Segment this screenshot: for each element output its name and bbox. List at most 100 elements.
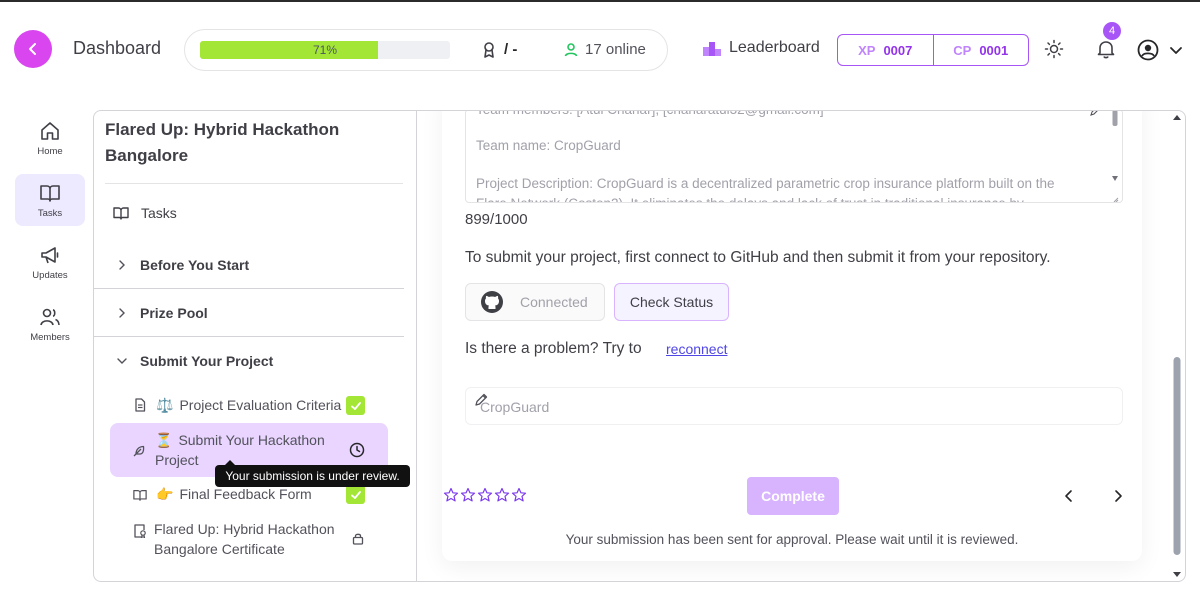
subtask-label: Final Feedback Form	[179, 486, 312, 502]
podium-icon	[703, 42, 721, 56]
check-status-button[interactable]: Check Status	[614, 283, 729, 321]
cp-counter: CP 0001	[934, 35, 1029, 65]
user-online-icon	[564, 42, 578, 56]
clock-icon	[349, 442, 365, 458]
star-icon[interactable]	[511, 487, 527, 503]
xp-value: 0007	[883, 42, 913, 58]
textarea-line: Team members: [Atul Chahar], [chaharatul…	[476, 111, 824, 120]
textarea-scrollbar[interactable]	[1111, 110, 1119, 203]
online-count: 17 online	[563, 41, 646, 58]
subtask-label: Submit Your Hackathon Project	[155, 432, 325, 468]
stats-bar: 71% / - 17 online	[184, 29, 668, 71]
top-bar: Dashboard 71% / - 17 online Leaderboard …	[0, 2, 1200, 96]
xp-counter: XP 0007	[838, 35, 934, 65]
chevron-right-icon	[119, 308, 125, 318]
section-submit-your-project[interactable]: Submit Your Project	[94, 351, 404, 371]
star-icon[interactable]	[460, 487, 476, 503]
submission-panel: Team members: [Atul Chahar], [chaharatul…	[416, 110, 1186, 582]
sun-icon[interactable]	[1044, 39, 1064, 59]
certificate-icon	[134, 524, 146, 538]
star-icon[interactable]	[494, 487, 510, 503]
rail-item-home[interactable]: Home	[15, 112, 85, 164]
chevron-left-icon[interactable]	[1062, 489, 1076, 503]
rail-label: Members	[30, 331, 70, 343]
bell-icon[interactable]	[1095, 38, 1117, 60]
megaphone-icon	[41, 246, 59, 263]
completed-check	[346, 396, 365, 415]
main-scrollbar[interactable]	[1170, 112, 1184, 580]
event-title: Flared Up: Hybrid Hackathon Bangalore	[105, 120, 340, 165]
rank-indicator: / -	[482, 41, 517, 58]
rail-item-updates[interactable]: Updates	[15, 236, 85, 288]
divider	[105, 183, 403, 184]
github-connected-button[interactable]: Connected	[465, 283, 605, 321]
home-icon	[41, 121, 59, 140]
book-open-icon	[113, 207, 129, 220]
char-count: 899/1000	[465, 211, 528, 228]
chevron-left-icon	[29, 43, 36, 55]
problem-text: Is there a problem? Try to	[465, 340, 642, 357]
subtask-text: ⏳ Submit Your Hackathon Project	[155, 430, 345, 470]
cp-value: 0001	[979, 42, 1009, 58]
page-title: Dashboard	[73, 38, 162, 58]
online-label: 17 online	[585, 41, 646, 58]
rail-label: Home	[37, 145, 63, 157]
section-prize-pool[interactable]: Prize Pool	[94, 303, 404, 323]
textarea-line: Team name: CropGuard	[476, 138, 621, 153]
star-icon[interactable]	[477, 487, 493, 503]
section-label: Before You Start	[140, 257, 250, 273]
rail-label: Tasks	[37, 207, 63, 219]
award-icon	[484, 41, 494, 58]
textarea-line: Flare Network (Coston2). It eliminates t…	[476, 194, 1024, 202]
subtask-emoji: ⏳	[155, 432, 173, 448]
chevron-right-icon	[119, 260, 125, 270]
project-name-value: CropGuard	[480, 399, 550, 415]
connected-label: Connected	[520, 294, 588, 310]
tasks-label: Tasks	[141, 205, 177, 221]
section-label: Prize Pool	[140, 305, 208, 321]
rank-value: / -	[504, 41, 518, 58]
project-description-textarea[interactable]: Team members: [Atul Chahar], [chaharatul…	[465, 110, 1123, 203]
progress-label: 71%	[312, 43, 338, 57]
cp-label: CP	[953, 42, 972, 58]
reconnect-link[interactable]: reconnect	[666, 341, 727, 357]
book-icon	[40, 184, 60, 202]
back-button[interactable]	[14, 30, 52, 68]
chevron-down-icon[interactable]	[1169, 43, 1183, 57]
chevron-right-icon[interactable]	[1111, 489, 1125, 503]
edit-pencil-icon[interactable]	[1089, 110, 1101, 117]
completed-check	[346, 485, 365, 504]
check-icon	[350, 401, 361, 410]
document-icon	[135, 398, 146, 412]
leaderboard-label: Leaderboard	[729, 39, 820, 56]
users-icon	[40, 308, 60, 325]
notification-badge: 4	[1103, 22, 1121, 40]
leaderboard-link[interactable]: Leaderboard	[703, 39, 820, 57]
check-icon	[350, 490, 361, 499]
subtask-text: ⚖️ Project Evaluation Criteria	[156, 395, 341, 415]
tasks-header: Tasks	[94, 203, 404, 223]
rating-stars[interactable]	[443, 487, 527, 503]
status-tooltip: Your submission is under review.	[215, 460, 410, 487]
subtask-label: Flared Up: Hybrid Hackathon Bangalore Ce…	[154, 521, 335, 557]
project-name-field[interactable]: CropGuard	[465, 387, 1123, 425]
rail-item-members[interactable]: Members	[15, 298, 85, 350]
section-before-you-start[interactable]: Before You Start	[94, 255, 404, 275]
task-panel: Flared Up: Hybrid Hackathon Bangalore Ta…	[93, 110, 418, 582]
user-avatar-icon[interactable]	[1137, 39, 1159, 61]
github-icon	[481, 291, 503, 313]
book-open-icon	[133, 490, 147, 501]
lock-icon	[352, 533, 364, 545]
textarea-line: Project Description: CropGuard is a dece…	[476, 176, 1055, 191]
rail-item-tasks[interactable]: Tasks	[15, 174, 85, 226]
star-icon[interactable]	[443, 487, 459, 503]
xp-label: XP	[858, 42, 876, 58]
progress-bar: 71%	[200, 41, 450, 59]
divider	[94, 336, 404, 337]
subtask-emoji: ⚖️	[156, 397, 174, 413]
subtask-text: 👉 Final Feedback Form	[156, 484, 312, 504]
github-instruction: To submit your project, first connect to…	[465, 249, 1051, 266]
approval-message: Your submission has been sent for approv…	[565, 532, 1019, 547]
complete-button[interactable]: Complete	[747, 477, 839, 515]
rail-label: Updates	[32, 269, 68, 281]
